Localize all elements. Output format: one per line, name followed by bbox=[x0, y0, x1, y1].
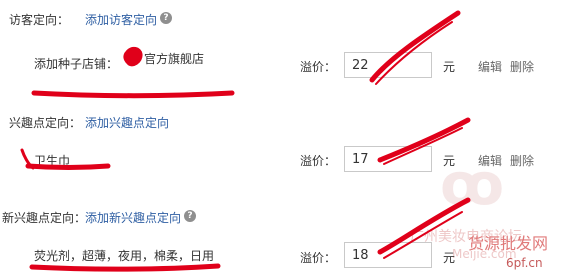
delete-button[interactable]: 删除 bbox=[510, 58, 534, 75]
price-input[interactable] bbox=[344, 52, 432, 78]
delete-button[interactable]: 删除 bbox=[510, 152, 534, 169]
new-interest-value: 荧光剂，超薄，夜用，棉柔，日用 bbox=[34, 249, 215, 263]
section-heading: 新兴趣点定向： bbox=[2, 211, 87, 225]
unit-label: 元 bbox=[443, 154, 456, 168]
add-new-interest-targeting-link[interactable]: 添加新兴趣点定向 bbox=[85, 209, 181, 226]
add-interest-targeting-link[interactable]: 添加兴趣点定向 bbox=[85, 114, 169, 131]
section-heading: 访客定向： bbox=[9, 13, 70, 27]
help-icon[interactable]: ? bbox=[160, 12, 172, 24]
edit-button[interactable]: 编辑 bbox=[478, 152, 502, 169]
price-label: 溢价： bbox=[300, 60, 337, 74]
watermark-text-3: 货源批发网 bbox=[468, 234, 549, 253]
interest-value: 卫生巾 bbox=[34, 154, 71, 168]
unit-label: 元 bbox=[443, 60, 456, 74]
edit-button[interactable]: 编辑 bbox=[478, 58, 502, 75]
section-heading: 兴趣点定向： bbox=[9, 116, 82, 130]
unit-label: 元 bbox=[443, 251, 456, 265]
price-input[interactable] bbox=[344, 242, 432, 268]
price-input[interactable] bbox=[344, 146, 432, 172]
underline-new-interest bbox=[29, 263, 221, 272]
price-label: 溢价： bbox=[300, 251, 337, 265]
price-label: 溢价： bbox=[300, 154, 337, 168]
seed-shop-value: 官方旗舰店 bbox=[144, 52, 205, 66]
seed-shop-label: 添加种子店铺： bbox=[34, 57, 119, 71]
underline-seed-shop bbox=[31, 90, 235, 99]
help-icon[interactable]: ? bbox=[184, 210, 196, 222]
tick-mark bbox=[20, 148, 35, 170]
add-visitor-targeting-link[interactable]: 添加访客定向 bbox=[85, 11, 157, 28]
redaction-blot bbox=[123, 46, 143, 67]
watermark-text-4: 6pf.cn bbox=[506, 256, 543, 270]
